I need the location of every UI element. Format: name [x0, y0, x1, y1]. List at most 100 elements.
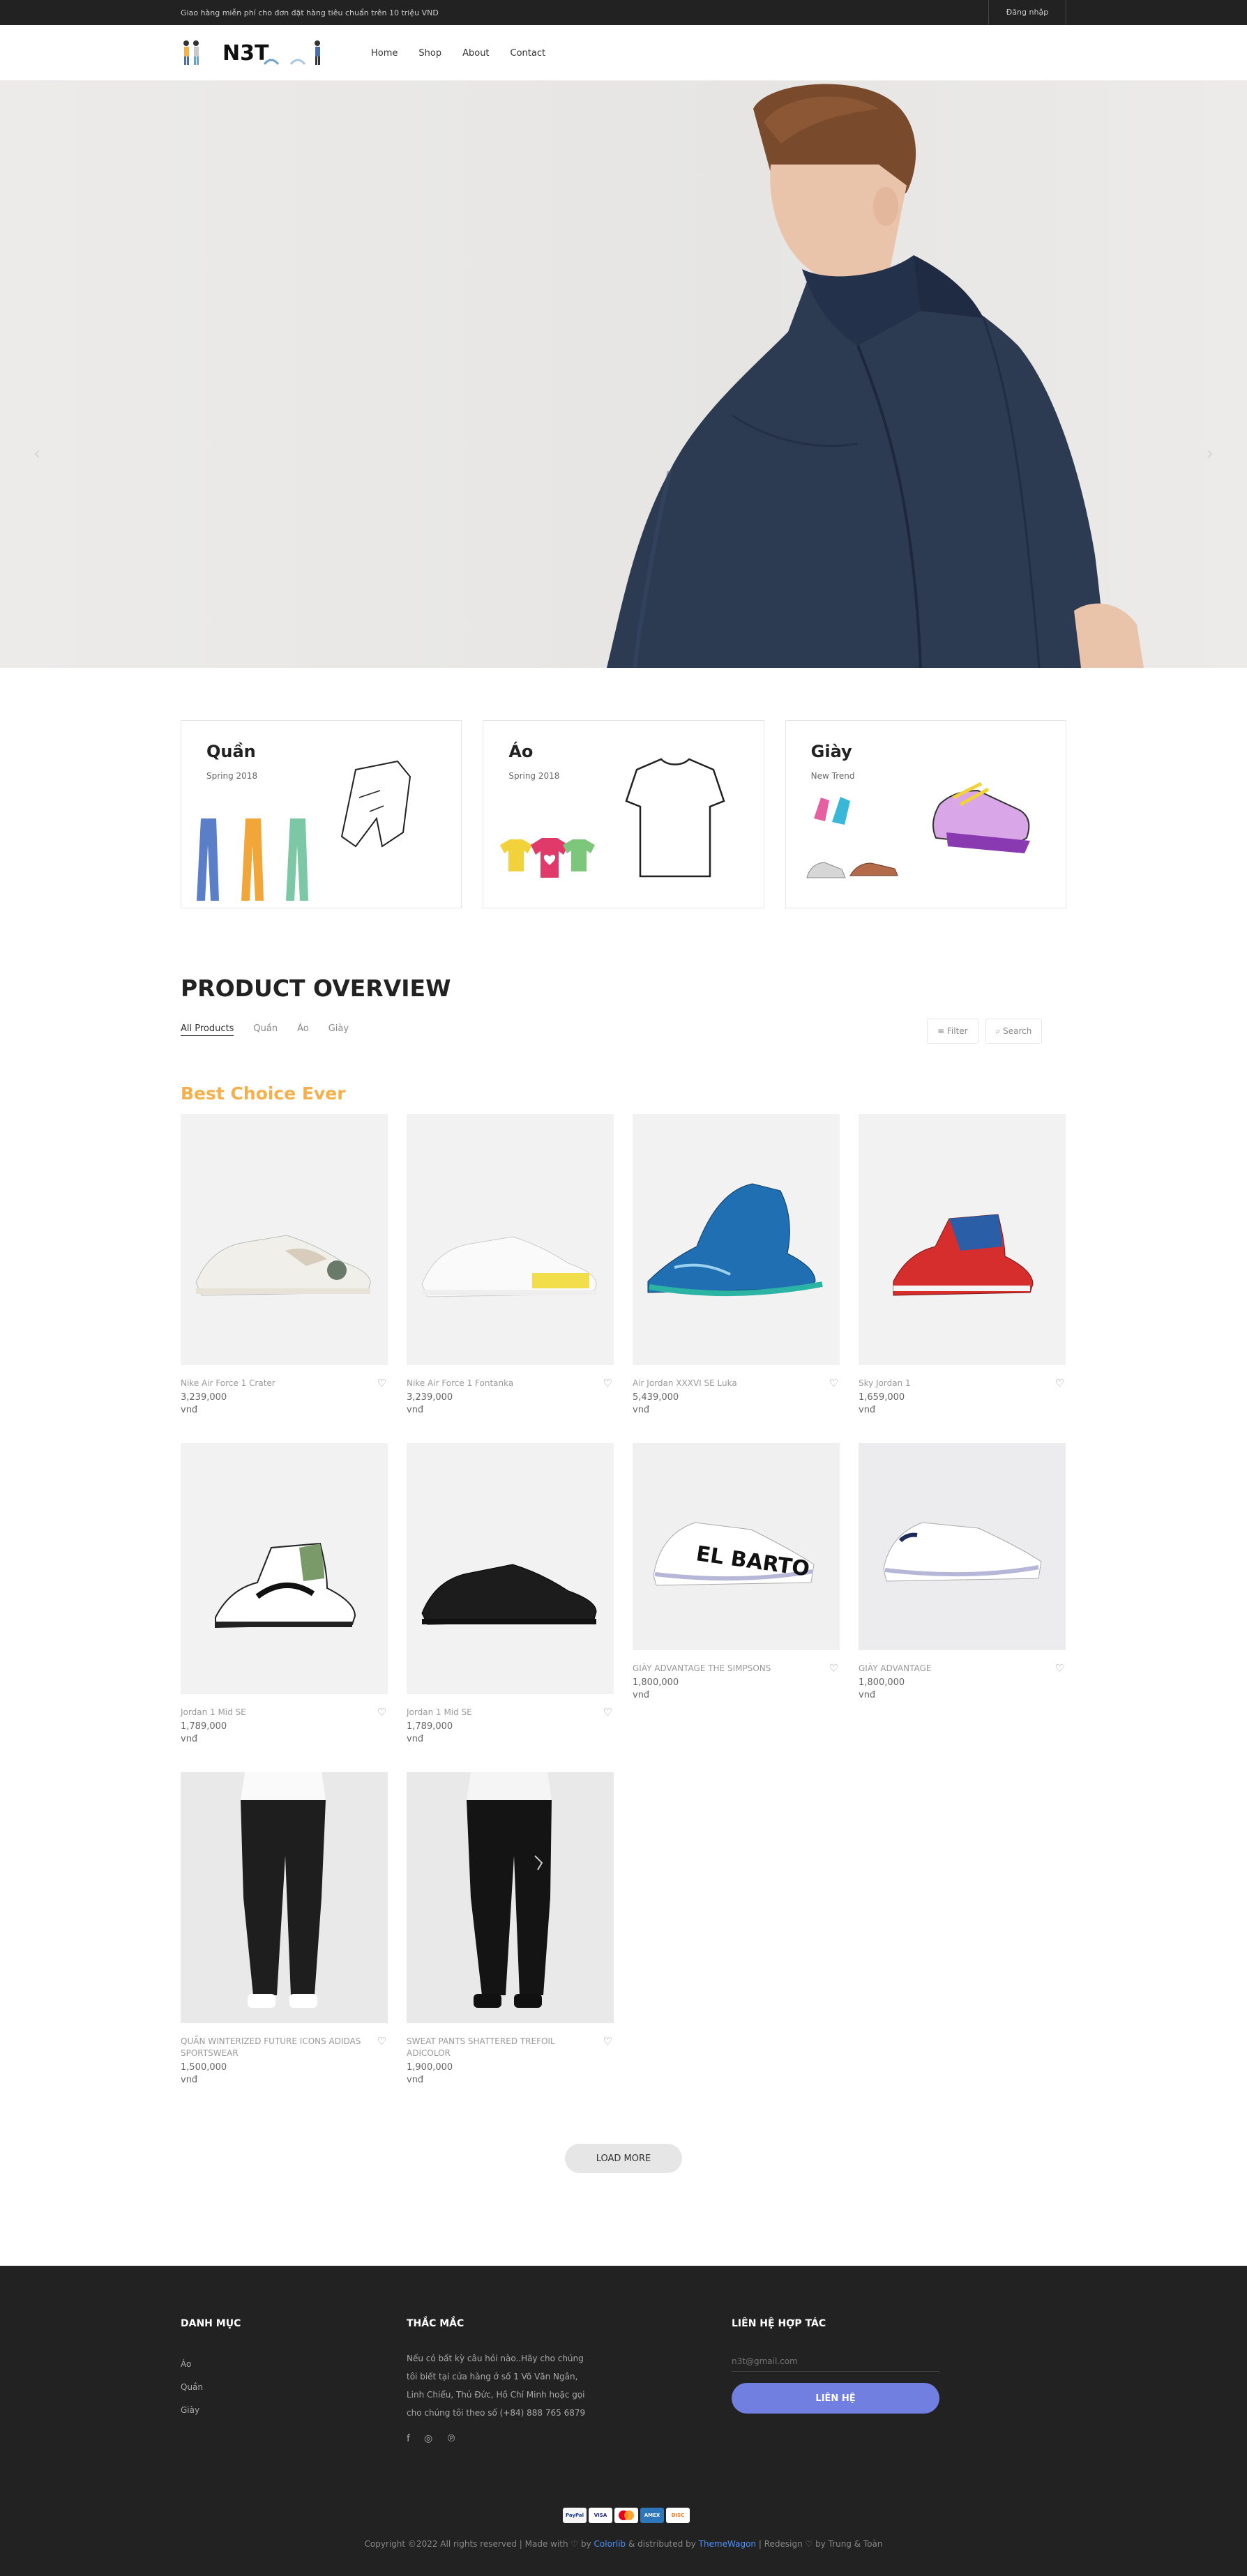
- product-image[interactable]: EL BARTO: [633, 1443, 840, 1650]
- footer-contact-title: LIÊN HỆ HỢP TÁC: [732, 2318, 826, 2329]
- product-image[interactable]: [181, 1443, 388, 1694]
- product-image[interactable]: [181, 1772, 388, 2023]
- product-name[interactable]: Jordan 1 Mid SE: [407, 1707, 588, 1718]
- product-card: Air Jordan XXXVI SE Luka ♡ 5,439,000 vnđ: [633, 1114, 840, 1417]
- search-button-label: Search: [1003, 1026, 1032, 1036]
- footer-link-quan[interactable]: Quần: [181, 2376, 203, 2399]
- facebook-icon[interactable]: f: [407, 2433, 410, 2444]
- product-name[interactable]: Jordan 1 Mid SE: [181, 1707, 362, 1718]
- nav-contact[interactable]: Contact: [511, 48, 546, 59]
- product-card: Nike Air Force 1 Fontanka ♡ 3,239,000 vn…: [407, 1114, 614, 1417]
- category-filters: All Products Quần Áo Giày: [181, 1023, 349, 1036]
- slider-prev-icon[interactable]: ‹: [33, 443, 40, 464]
- banner-subtitle: Spring 2018: [206, 771, 258, 781]
- heart-icon[interactable]: ♡: [377, 1706, 386, 1718]
- paypal-icon: PayPal: [563, 2508, 587, 2523]
- filter-ao[interactable]: Áo: [297, 1023, 309, 1036]
- copyright-text: Copyright ©2022 All rights reserved | Ma…: [364, 2539, 594, 2549]
- product-price: 3,239,000: [181, 1392, 227, 1403]
- mastercard-icon: [614, 2508, 638, 2523]
- banner-giay[interactable]: Giày New Trend: [785, 720, 1066, 908]
- heart-icon[interactable]: ♡: [829, 1662, 838, 1675]
- product-image[interactable]: [407, 1114, 614, 1365]
- product-price: 5,439,000: [633, 1392, 679, 1403]
- banner-ao[interactable]: Áo Spring 2018: [483, 720, 764, 908]
- product-price: 1,800,000: [633, 1677, 679, 1688]
- nav-home[interactable]: Home: [371, 48, 398, 59]
- footer-link-giay[interactable]: Giày: [181, 2399, 203, 2422]
- faq-line: Nếu có bất kỳ câu hỏi nào..Hãy cho chúng: [407, 2354, 584, 2363]
- heart-icon[interactable]: ♡: [377, 2035, 386, 2048]
- product-currency: vnđ: [633, 1405, 650, 1415]
- product-name[interactable]: GIÀY ADVANTAGE: [859, 1663, 1040, 1675]
- themewagon-link[interactable]: ThemeWagon: [699, 2539, 756, 2549]
- filter-quan[interactable]: Quần: [253, 1023, 278, 1036]
- heart-icon[interactable]: ♡: [377, 1377, 386, 1389]
- product-currency: vnđ: [181, 2075, 198, 2085]
- footer-link-ao[interactable]: Áo: [181, 2353, 203, 2376]
- nav-about[interactable]: About: [462, 48, 489, 59]
- banner-title: Giày: [810, 742, 852, 761]
- heart-icon[interactable]: ♡: [603, 2035, 612, 2048]
- product-price: 1,659,000: [859, 1392, 905, 1403]
- product-name[interactable]: Air Jordan XXXVI SE Luka: [633, 1378, 814, 1389]
- product-image[interactable]: [633, 1114, 840, 1365]
- search-icon: ⌕: [995, 1026, 1004, 1036]
- product-name[interactable]: Nike Air Force 1 Fontanka: [407, 1378, 588, 1389]
- heart-icon[interactable]: ♡: [603, 1377, 612, 1389]
- payment-icons: PayPal VISA AMEX DISC: [563, 2508, 690, 2523]
- heart-icon[interactable]: ♡: [1055, 1662, 1064, 1675]
- footer-categories-list: Áo Quần Giày: [181, 2353, 203, 2422]
- product-image[interactable]: [181, 1114, 388, 1365]
- product-currency: vnđ: [407, 2075, 424, 2085]
- load-more-button[interactable]: LOAD MORE: [565, 2144, 682, 2173]
- product-card: SWEAT PANTS SHATTERED TREFOIL ADICOLOR ♡…: [407, 1772, 614, 2087]
- pinterest-icon[interactable]: ℗: [446, 2433, 456, 2444]
- best-choice-heading: Best Choice Ever: [181, 1083, 346, 1104]
- amex-icon: AMEX: [640, 2508, 664, 2523]
- product-name[interactable]: Nike Air Force 1 Crater: [181, 1378, 362, 1389]
- email-field[interactable]: [732, 2351, 939, 2372]
- product-price: 1,789,000: [181, 1721, 227, 1732]
- heart-icon[interactable]: ♡: [1055, 1377, 1064, 1389]
- product-card: EL BARTO GIÀY ADVANTAGE THE SIMPSONS ♡ 1…: [633, 1443, 840, 1702]
- banner-quan[interactable]: Quần Spring 2018: [181, 720, 462, 908]
- product-name[interactable]: GIÀY ADVANTAGE THE SIMPSONS: [633, 1663, 814, 1675]
- filter-button[interactable]: ≡ Filter: [927, 1019, 978, 1044]
- product-image[interactable]: [407, 1443, 614, 1694]
- copyright: Copyright ©2022 All rights reserved | Ma…: [0, 2539, 1247, 2549]
- header: N3T Home Shop About Contact: [0, 25, 1247, 81]
- footer-faq-text: Nếu có bất kỳ câu hỏi nào..Hãy cho chúng…: [407, 2349, 588, 2422]
- search-button[interactable]: ⌕ Search: [985, 1019, 1043, 1044]
- product-currency: vnđ: [407, 1734, 424, 1744]
- product-image[interactable]: [859, 1443, 1066, 1650]
- slider-next-icon[interactable]: ›: [1207, 443, 1214, 464]
- login-link[interactable]: Đăng nhập: [988, 0, 1066, 25]
- filter-all[interactable]: All Products: [181, 1023, 234, 1036]
- logo[interactable]: N3T: [181, 36, 326, 70]
- filter-icon: ≡: [937, 1026, 947, 1036]
- product-card: QUẦN WINTERIZED FUTURE ICONS ADIDAS SPOR…: [181, 1772, 388, 2087]
- copyright-text: | Redesign ♡ by Trung & Toàn: [756, 2539, 883, 2549]
- product-image[interactable]: [859, 1114, 1066, 1365]
- product-currency: vnđ: [859, 1405, 876, 1415]
- heart-icon[interactable]: ♡: [603, 1706, 612, 1718]
- filter-giay[interactable]: Giày: [328, 1023, 349, 1036]
- product-name[interactable]: SWEAT PANTS SHATTERED TREFOIL ADICOLOR: [407, 2036, 588, 2059]
- footer-faq-title: THẮC MẮC: [407, 2318, 464, 2329]
- footer-categories-title: DANH MỤC: [181, 2318, 241, 2329]
- nav-shop[interactable]: Shop: [418, 48, 441, 59]
- visa-icon: VISA: [589, 2508, 612, 2523]
- product-price: 1,900,000: [407, 2062, 453, 2073]
- product-name[interactable]: Sky Jordan 1: [859, 1378, 1040, 1389]
- heart-icon[interactable]: ♡: [829, 1377, 838, 1389]
- colorlib-link[interactable]: Colorlib: [594, 2539, 626, 2549]
- banner-subtitle: Spring 2018: [508, 771, 560, 781]
- faq-line: cho chúng tôi theo số (+84) 888 765 6879: [407, 2408, 586, 2418]
- product-name[interactable]: QUẦN WINTERIZED FUTURE ICONS ADIDAS SPOR…: [181, 2036, 362, 2059]
- product-image[interactable]: [407, 1772, 614, 2023]
- contact-button[interactable]: LIÊN HỆ: [732, 2383, 939, 2414]
- instagram-icon[interactable]: ◎: [424, 2433, 432, 2444]
- main-nav: Home Shop About Contact: [371, 25, 545, 81]
- filter-button-label: Filter: [946, 1026, 968, 1036]
